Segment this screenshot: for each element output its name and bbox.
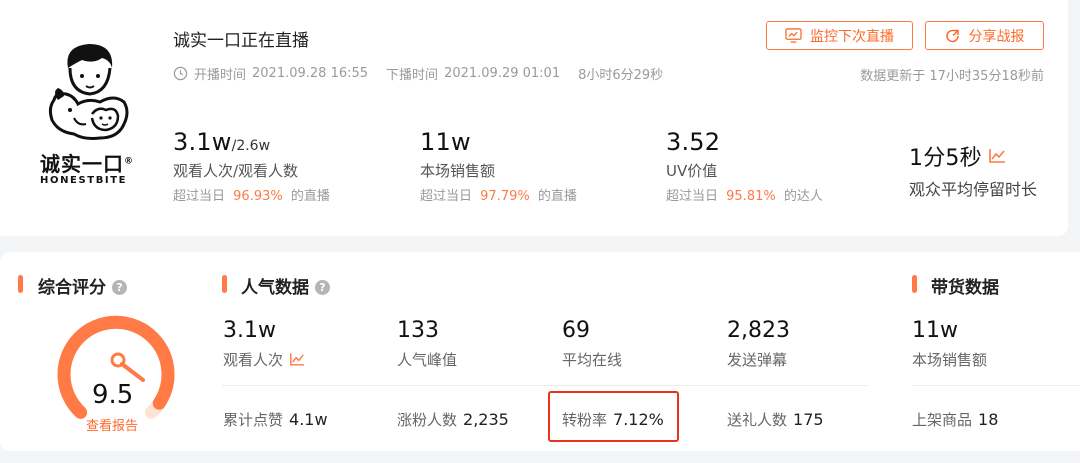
subrow-followers-label: 涨粉人数 <box>397 411 458 429</box>
monitor-icon <box>785 28 802 43</box>
score-title-text: 综合评分 <box>38 278 106 298</box>
share-icon <box>945 29 959 42</box>
summary-sales-suffix: 的直播 <box>537 189 577 204</box>
subrow-products-value: 18 <box>978 410 999 429</box>
popularity-section-marker <box>222 275 227 293</box>
stat-comments-label: 发送弹幕 <box>727 351 788 369</box>
score-section-title: 综合评分? <box>38 273 127 298</box>
score-value: 9.5 <box>92 380 134 410</box>
monitor-next-live-button[interactable]: 监控下次直播 <box>766 21 913 50</box>
summary-views: 3.1w/2.6w 观看人次/观看人数 超过当日 96.93% 的直播 <box>173 128 330 204</box>
subrow-likes: 累计点赞 4.1w <box>223 409 328 430</box>
logo-registered-mark: ® <box>124 156 134 167</box>
summary-uv-value: 3.52 <box>666 128 721 156</box>
end-time: 2021.09.29 01:01 <box>444 66 561 81</box>
stat-comments: 2,823 发送弹幕 <box>727 318 790 370</box>
help-icon[interactable]: ? <box>112 280 127 295</box>
subrow-gifts-value: 175 <box>793 410 824 429</box>
summary-views-value-suffix: /2.6w <box>231 138 271 154</box>
stat-online-value: 69 <box>562 318 590 343</box>
view-report-link[interactable]: 查看报告 <box>86 415 138 434</box>
summary-views-suffix: 的直播 <box>290 189 330 204</box>
subrow-conversion: 转粉率 7.12% <box>562 409 664 430</box>
popularity-divider <box>222 385 868 386</box>
share-report-label: 分享战报 <box>968 28 1025 45</box>
summary-uv-pct: 95.81% <box>726 189 776 204</box>
clock-icon <box>173 66 188 81</box>
summary-uv-suffix: 的达人 <box>783 189 823 204</box>
stat-peak-value: 133 <box>397 318 439 343</box>
subrow-conversion-value: 7.12% <box>613 410 664 429</box>
help-icon[interactable]: ? <box>315 280 330 295</box>
stat-peak: 133 人气峰值 <box>397 318 457 370</box>
summary-sales-label: 本场销售额 <box>420 162 496 180</box>
summary-uv-label: UV价值 <box>666 162 718 180</box>
subrow-followers: 涨粉人数 2,235 <box>397 409 509 430</box>
subrow-followers-value: 2,235 <box>463 410 509 429</box>
subrow-likes-label: 累计点赞 <box>223 411 284 429</box>
end-time-label: 下播时间 <box>386 68 439 83</box>
subrow-products: 上架商品 18 <box>912 409 998 430</box>
gauge-needle <box>120 362 145 382</box>
start-time: 2021.09.28 16:55 <box>252 66 369 81</box>
share-report-button[interactable]: 分享战报 <box>925 21 1044 50</box>
summary-views-label: 观看人次/观看人数 <box>173 162 299 180</box>
score-section-marker <box>18 275 23 293</box>
summary-sales-pct: 97.79% <box>480 189 530 204</box>
subrow-conversion-label: 转粉率 <box>562 411 608 429</box>
summary-views-prefix: 超过当日 <box>173 189 226 204</box>
stat-online-label: 平均在线 <box>562 351 623 369</box>
start-time-label: 开播时间 <box>194 68 247 83</box>
live-title: 诚实一口正在直播 <box>173 31 309 51</box>
summary-sales-prefix: 超过当日 <box>420 189 473 204</box>
popularity-section-title: 人气数据? <box>241 273 330 298</box>
summary-sales-value: 11w <box>420 128 471 156</box>
sales-divider <box>912 385 1080 386</box>
summary-views-pct: 96.93% <box>233 189 283 204</box>
stat-views: 3.1w 观看人次 <box>223 318 305 370</box>
avg-stay: 1分5秒 观众平均停留时长 <box>909 140 1037 200</box>
avg-stay-value: 1分5秒 <box>909 146 982 171</box>
stat-peak-label: 人气峰值 <box>397 351 458 369</box>
sales-stat: 11w 本场销售额 <box>912 318 987 370</box>
stat-views-value: 3.1w <box>223 318 276 343</box>
subrow-likes-value: 4.1w <box>289 410 328 429</box>
stat-views-label: 观看人次 <box>223 351 284 369</box>
data-updated-text: 数据更新于 17小时35分18秒前 <box>860 69 1044 84</box>
summary-uv: 3.52 UV价值 超过当日 95.81% 的达人 <box>666 128 823 204</box>
stat-comments-value: 2,823 <box>727 318 790 343</box>
logo-name: 诚实一口 <box>40 152 124 176</box>
live-time-row: 开播时间 2021.09.28 16:55 下播时间 2021.09.29 01… <box>173 64 663 83</box>
live-data-card: 综合评分? 9.5 查看报告 人气数据? 3.1w 观看人次 133 人气峰值 … <box>0 252 1080 451</box>
sales-section-marker <box>912 275 917 293</box>
summary-views-value: 3.1w <box>173 128 232 156</box>
brand-mascot-icon <box>48 44 129 140</box>
trend-chart-icon[interactable] <box>988 148 1006 164</box>
summary-sales: 11w 本场销售额 超过当日 97.79% 的直播 <box>420 128 577 204</box>
trend-chart-icon[interactable] <box>289 352 305 367</box>
brand-logo: 诚实一口® HONESTBITE <box>40 38 136 188</box>
sales-value: 11w <box>912 318 958 343</box>
avg-stay-label: 观众平均停留时长 <box>909 180 1038 199</box>
sales-section-title: 带货数据 <box>931 278 999 298</box>
live-duration: 8小时6分29秒 <box>578 68 664 83</box>
subrow-gifts-label: 送礼人数 <box>727 411 788 429</box>
monitor-next-live-label: 监控下次直播 <box>810 28 894 45</box>
subrow-gifts: 送礼人数 175 <box>727 409 824 430</box>
sales-label: 本场销售额 <box>912 351 988 369</box>
logo-subtitle: HONESTBITE <box>40 175 128 186</box>
popularity-title-text: 人气数据 <box>241 278 309 298</box>
summary-uv-prefix: 超过当日 <box>666 189 719 204</box>
subrow-products-label: 上架商品 <box>912 411 973 429</box>
live-summary-card: 诚实一口® HONESTBITE 诚实一口正在直播 开播时间 2021.09.2… <box>0 0 1068 236</box>
stat-online: 69 平均在线 <box>562 318 622 370</box>
